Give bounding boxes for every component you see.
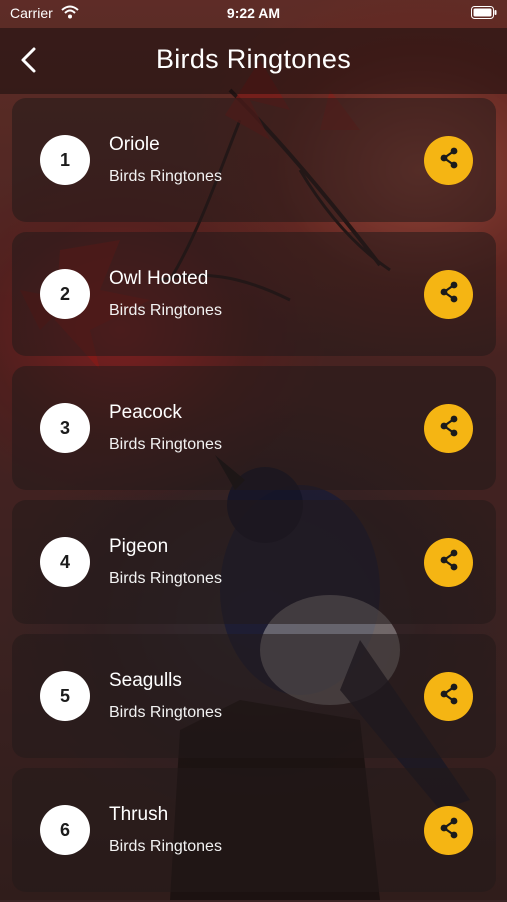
share-icon (437, 682, 461, 711)
ringtone-subtitle: Birds Ringtones (109, 302, 222, 319)
ringtone-name: Peacock (109, 402, 182, 423)
ringtone-name: Owl Hooted (109, 268, 209, 289)
share-button[interactable] (424, 404, 473, 453)
share-icon (437, 146, 461, 175)
ringtone-number: 2 (40, 269, 90, 319)
share-icon (437, 280, 461, 309)
share-button[interactable] (424, 270, 473, 319)
ringtone-subtitle: Birds Ringtones (109, 838, 222, 855)
ringtone-name: Oriole (109, 134, 160, 155)
ringtone-item[interactable]: 4 Pigeon Birds Ringtones (12, 500, 496, 624)
navigation-bar: Birds Ringtones (0, 28, 507, 94)
battery-icon (471, 6, 497, 19)
status-time: 9:22 AM (226, 5, 281, 21)
share-button[interactable] (424, 136, 473, 185)
ringtone-number: 1 (40, 135, 90, 185)
ringtone-name: Thrush (109, 804, 169, 825)
ringtone-subtitle: Birds Ringtones (109, 704, 222, 721)
ringtone-item[interactable]: 5 Seagulls Birds Ringtones (12, 634, 496, 758)
ringtone-list: 1 Oriole Birds Ringtones 2 Owl Hooted Bi… (12, 98, 496, 902)
ringtone-number: 6 (40, 805, 90, 855)
share-button[interactable] (424, 538, 473, 587)
ringtone-name: Pigeon (109, 536, 169, 557)
ringtone-name: Seagulls (109, 670, 182, 691)
ringtone-item[interactable]: 3 Peacock Birds Ringtones (12, 366, 496, 490)
share-icon (437, 548, 461, 577)
ringtone-subtitle: Birds Ringtones (109, 570, 222, 587)
ringtone-number: 3 (40, 403, 90, 453)
ringtone-item[interactable]: 2 Owl Hooted Birds Ringtones (12, 232, 496, 356)
ringtone-subtitle: Birds Ringtones (109, 168, 222, 185)
share-icon (437, 414, 461, 443)
ringtone-item[interactable]: 6 Thrush Birds Ringtones (12, 768, 496, 892)
share-button[interactable] (424, 806, 473, 855)
status-bar: Carrier 9:22 AM (0, 0, 507, 28)
ringtone-subtitle: Birds Ringtones (109, 436, 222, 453)
share-icon (437, 816, 461, 845)
ringtone-number: 5 (40, 671, 90, 721)
share-button[interactable] (424, 672, 473, 721)
ringtone-item[interactable]: 1 Oriole Birds Ringtones (12, 98, 496, 222)
ringtone-number: 4 (40, 537, 90, 587)
page-title: Birds Ringtones (155, 44, 352, 74)
